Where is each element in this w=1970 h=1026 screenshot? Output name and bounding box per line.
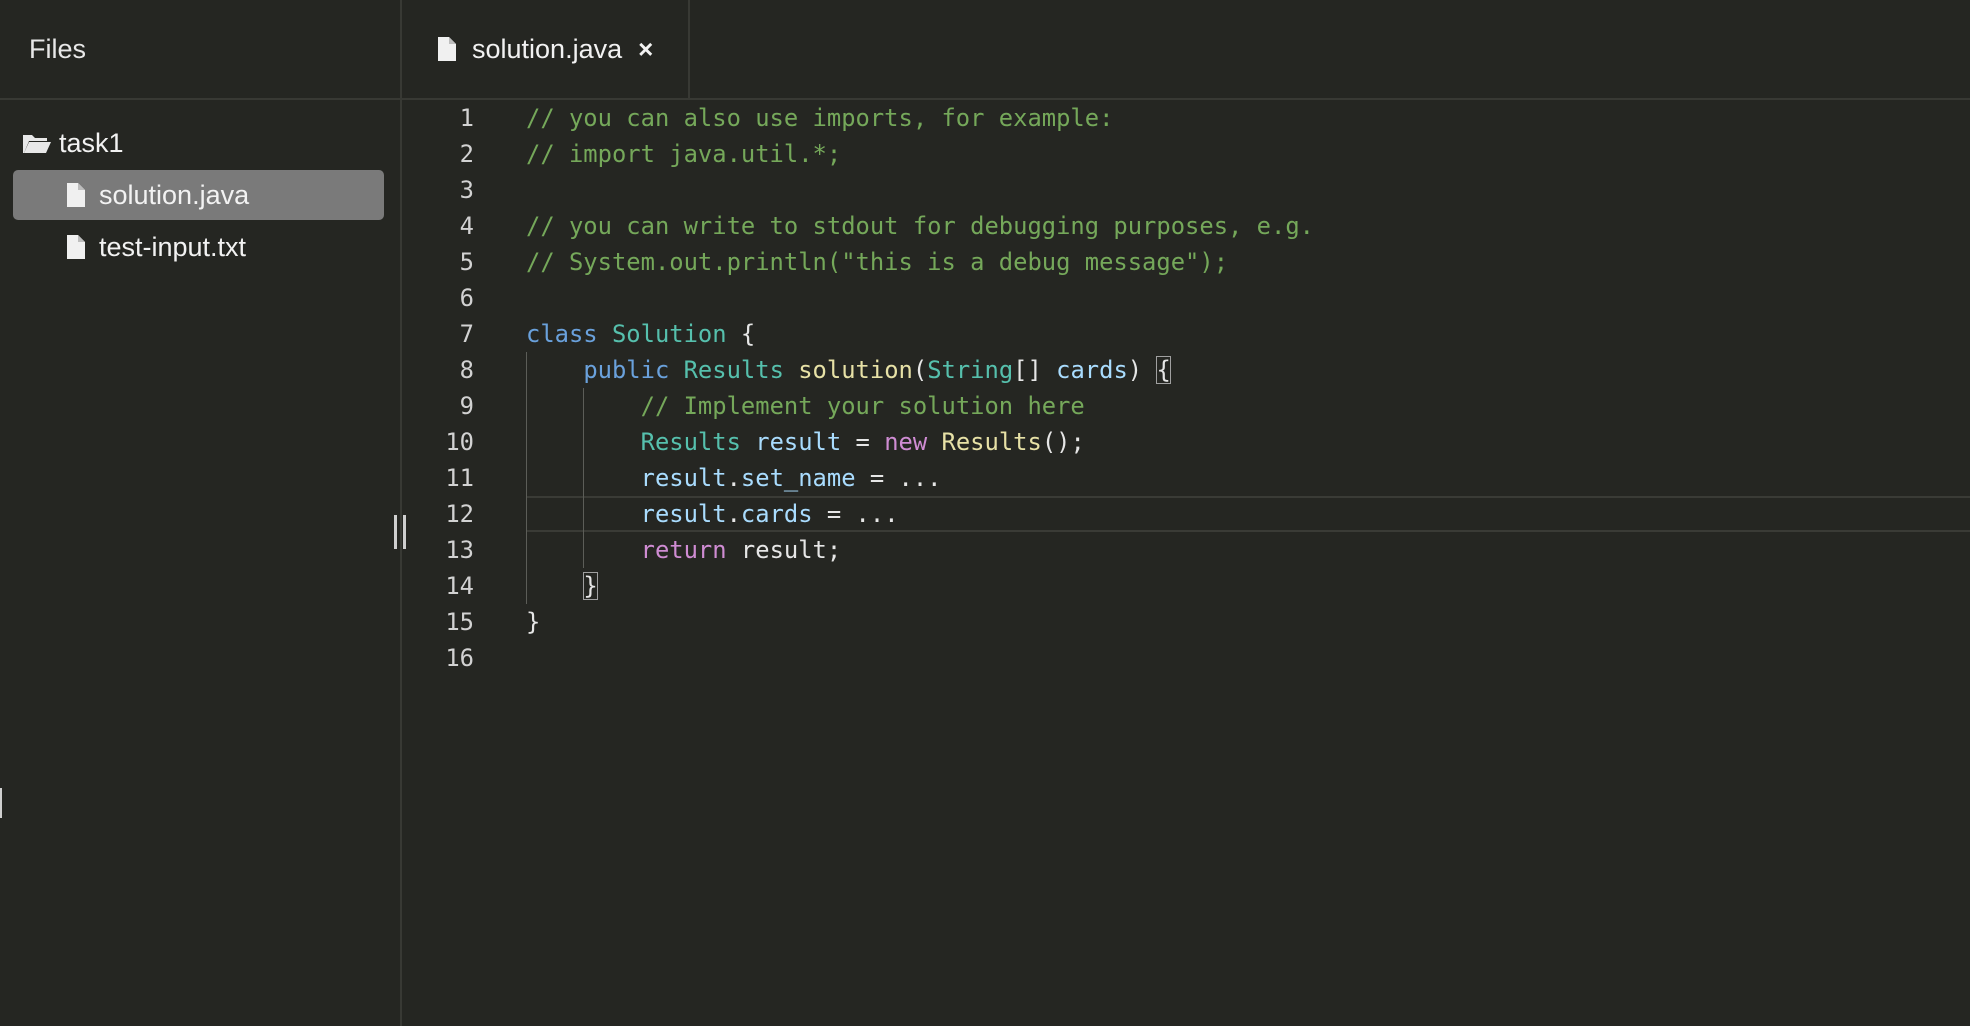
code-line[interactable]: 16 <box>402 640 1970 676</box>
line-number: 12 <box>445 500 474 528</box>
line-number: 7 <box>459 320 474 348</box>
line-number: 14 <box>445 572 474 600</box>
line-number: 16 <box>445 644 474 672</box>
code-text: // you can write to stdout for debugging… <box>526 212 1314 240</box>
line-number: 10 <box>445 428 474 456</box>
file-icon <box>63 234 89 260</box>
code-text: return result; <box>640 536 842 564</box>
folder-label: task1 <box>59 127 124 158</box>
code-line[interactable]: 6 <box>402 280 1970 316</box>
code-text: public Results solution(String[] cards) … <box>583 356 1171 384</box>
code-line[interactable]: 3 <box>402 172 1970 208</box>
files-title: Files <box>29 33 87 64</box>
code-line[interactable]: 1 // you can also use imports, for exampl… <box>402 100 1970 136</box>
line-number: 6 <box>459 284 474 312</box>
file-tree: task1 solution.java test-input.txt <box>0 100 400 272</box>
code-line[interactable]: 7 class Solution { <box>402 316 1970 352</box>
files-header: Files <box>0 0 400 100</box>
file-item-solution-java[interactable]: solution.java <box>13 170 384 220</box>
line-number: 3 <box>459 176 474 204</box>
folder-task1[interactable]: task1 <box>13 118 384 168</box>
code-line[interactable]: 13 return result; <box>402 532 1970 568</box>
folder-open-icon <box>21 130 53 156</box>
tab-solution-java[interactable]: solution.java × <box>402 0 691 98</box>
code-line[interactable]: 4 // you can write to stdout for debuggin… <box>402 208 1970 244</box>
code-text: Results result = new Results(); <box>640 428 1085 456</box>
indent-guide <box>526 352 527 604</box>
file-icon <box>63 182 89 208</box>
code-text: } <box>583 572 598 600</box>
file-label: solution.java <box>99 179 250 210</box>
line-number: 15 <box>445 608 474 636</box>
line-number: 1 <box>459 104 474 132</box>
code-line[interactable]: 9 // Implement your solution here <box>402 388 1970 424</box>
tab-label: solution.java <box>472 33 623 64</box>
code-text: } <box>526 608 541 636</box>
line-number: 8 <box>459 356 474 384</box>
code-editor[interactable]: 1 // you can also use imports, for exampl… <box>402 100 1970 1026</box>
file-label: test-input.txt <box>99 231 247 262</box>
code-line[interactable]: 5 // System.out.println("this is a debug … <box>402 244 1970 280</box>
code-line[interactable]: 8 public Results solution(String[] cards… <box>402 352 1970 388</box>
editor-tab-bar: solution.java × <box>402 0 1970 100</box>
code-text: result.set_name = ... <box>640 464 942 492</box>
line-number: 4 <box>459 212 474 240</box>
file-explorer: Files task1 solution.java test-input.txt <box>0 0 402 1026</box>
code-line[interactable]: 10 Results result = new Results(); <box>402 424 1970 460</box>
line-number: 9 <box>459 392 474 420</box>
code-text: class Solution { <box>526 320 756 348</box>
code-text: // System.out.println("this is a debug m… <box>526 248 1229 276</box>
code-line[interactable]: 12 result.cards = ... <box>402 496 1970 532</box>
code-text: // you can also use imports, for example… <box>526 104 1114 132</box>
line-number: 11 <box>445 464 474 492</box>
code-text: // Implement your solution here <box>640 392 1085 420</box>
file-icon <box>438 37 458 61</box>
file-item-test-input-txt[interactable]: test-input.txt <box>13 222 384 272</box>
code-line[interactable]: 2 // import java.util.*; <box>402 136 1970 172</box>
line-number: 13 <box>445 536 474 564</box>
close-tab-button[interactable]: × <box>638 36 653 62</box>
line-number: 5 <box>459 248 474 276</box>
line-number: 2 <box>459 140 474 168</box>
code-text: result.cards = ... <box>640 500 899 528</box>
indent-guide <box>583 388 585 568</box>
code-line[interactable]: 11 result.set_name = ... <box>402 460 1970 496</box>
text-caret <box>0 788 2 818</box>
code-line[interactable]: 15} <box>402 604 1970 640</box>
code-line[interactable]: 14 } <box>402 568 1970 604</box>
code-text: // import java.util.*; <box>526 140 842 168</box>
